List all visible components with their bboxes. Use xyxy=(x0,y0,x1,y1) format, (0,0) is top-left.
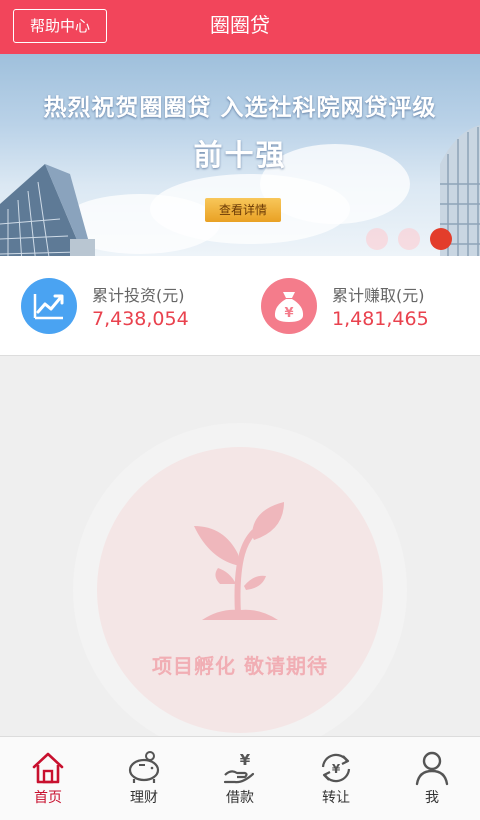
money-bag-icon: ¥ xyxy=(261,278,317,334)
tab-me[interactable]: 我 xyxy=(384,737,480,820)
stats-panel: 累计投资(元) 7,438,054 ¥ 累计赚取(元) 1,481,465 xyxy=(0,256,480,356)
bottom-tab-bar: 首页 理财 ¥ 借款 ¥ 转让 我 xyxy=(0,736,480,820)
tab-finance[interactable]: 理财 xyxy=(96,737,192,820)
piggy-bank-icon xyxy=(128,751,160,783)
tab-borrow-label: 借款 xyxy=(226,790,254,806)
empty-state-message: 项目孵化 敬请期待 xyxy=(152,654,328,678)
total-earned-value: 1,481,465 xyxy=(332,308,429,330)
sprout-icon xyxy=(194,502,284,620)
svg-text:¥: ¥ xyxy=(240,751,251,769)
total-earned-label: 累计赚取(元) xyxy=(332,286,425,305)
tab-finance-label: 理财 xyxy=(130,790,158,806)
tab-home-label: 首页 xyxy=(34,790,62,806)
trend-chart-icon xyxy=(21,278,77,334)
tab-transfer[interactable]: ¥ 转让 xyxy=(288,737,384,820)
tab-me-label: 我 xyxy=(425,790,439,806)
tab-transfer-label: 转让 xyxy=(322,790,350,806)
home-icon xyxy=(32,752,64,784)
banner-headline: 热烈祝贺圈圈贷 入选社科院网贷评级 xyxy=(43,95,437,121)
svg-text:¥: ¥ xyxy=(284,306,293,321)
total-invested-value: 7,438,054 xyxy=(92,308,189,330)
carousel-dot[interactable] xyxy=(398,228,420,250)
carousel-dot-active[interactable] xyxy=(430,228,452,250)
tab-home[interactable]: 首页 xyxy=(0,737,96,820)
promo-banner[interactable]: 热烈祝贺圈圈贷 入选社科院网贷评级 前十强 查看详情 xyxy=(0,54,480,256)
page-title: 圈圈贷 xyxy=(210,13,270,37)
transfer-icon: ¥ xyxy=(321,753,351,783)
building-left-image xyxy=(0,164,95,256)
total-invested-label: 累计投资(元) xyxy=(92,286,185,305)
user-icon xyxy=(415,751,449,786)
hand-yuan-icon: ¥ xyxy=(223,751,255,784)
top-bar: 帮助中心 圈圈贷 xyxy=(0,0,480,54)
empty-state: 项目孵化 敬请期待 xyxy=(0,356,480,757)
banner-subheadline: 前十强 xyxy=(193,138,287,172)
svg-text:¥: ¥ xyxy=(332,762,341,776)
banner-details-button[interactable]: 查看详情 xyxy=(205,198,281,222)
tab-borrow[interactable]: ¥ 借款 xyxy=(192,737,288,820)
carousel-dot[interactable] xyxy=(366,228,388,250)
